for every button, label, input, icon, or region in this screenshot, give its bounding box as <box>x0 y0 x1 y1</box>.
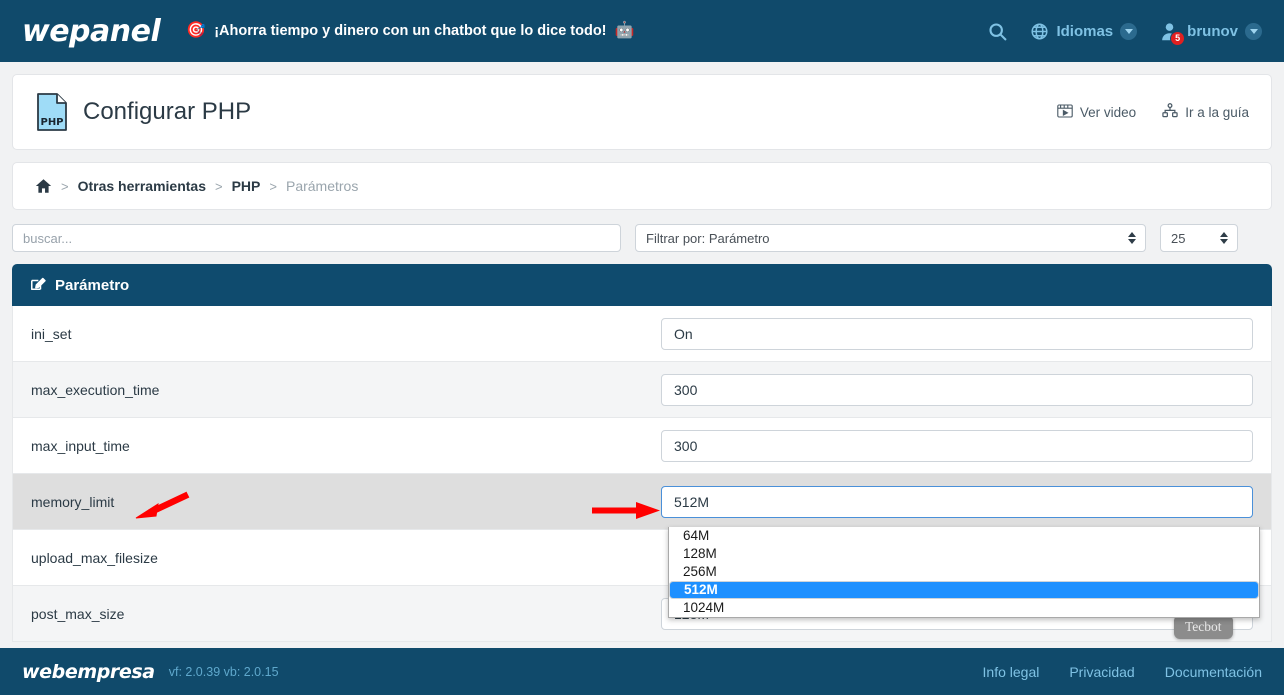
parameter-name: post_max_size <box>31 605 125 622</box>
footer-link-documentacion[interactable]: Documentación <box>1165 664 1262 680</box>
tecbot-button[interactable]: Tecbot <box>1174 615 1233 639</box>
search-input[interactable] <box>12 224 621 252</box>
page-size-value: 25 <box>1171 230 1186 246</box>
go-to-guide-label: Ir a la guía <box>1185 104 1249 120</box>
dropdown-option-128m[interactable]: 128M <box>669 545 1259 563</box>
page-title: Configurar PHP <box>83 98 252 125</box>
filter-toolbar: Filtrar por: Parámetro 25 <box>12 224 1272 252</box>
watch-video-label: Ver video <box>1079 104 1137 120</box>
breadcrumb-separator: > <box>269 178 277 194</box>
home-icon[interactable] <box>35 178 52 194</box>
parameter-control: 512M <box>661 485 1253 518</box>
value-select-memory-limit[interactable]: 512M <box>661 485 1253 518</box>
video-icon <box>1057 103 1073 121</box>
go-to-guide-link[interactable]: Ir a la guía <box>1162 103 1249 121</box>
footer-links: Info legal Privacidad Documentación <box>983 664 1262 680</box>
avatar: 5 <box>1159 21 1186 46</box>
page-title-card: PHP Configurar PHP Ver video Ir a la guí… <box>12 74 1272 150</box>
filter-by-value: Filtrar por: Parámetro <box>646 230 770 246</box>
annotation-arrow-right <box>592 499 664 528</box>
top-bar-actions: Idiomas 5 brunov <box>987 21 1262 46</box>
edit-icon <box>30 275 46 295</box>
parameter-control: 300 <box>661 429 1253 462</box>
php-file-icon: PHP <box>35 92 69 132</box>
webempresa-logo[interactable]: webempresa <box>22 661 155 683</box>
search-button[interactable] <box>987 21 1008 42</box>
globe-icon <box>1030 22 1049 41</box>
target-icon: 🎯 <box>186 22 207 39</box>
value-select-ini-set[interactable]: On <box>661 317 1253 350</box>
value-select-value: On <box>674 325 693 342</box>
watch-video-link[interactable]: Ver video <box>1057 103 1137 121</box>
language-label: Idiomas <box>1056 22 1114 40</box>
page-size-select[interactable]: 25 <box>1160 224 1238 252</box>
breadcrumb: > Otras herramientas > PHP > Parámetros <box>12 162 1272 210</box>
parameter-name: ini_set <box>31 325 72 342</box>
language-selector[interactable]: Idiomas <box>1030 22 1138 41</box>
robot-icon: 🤖 <box>614 22 635 39</box>
breadcrumb-item-otras-herramientas[interactable]: Otras herramientas <box>78 178 206 194</box>
wepanel-logo[interactable]: wepanel <box>22 14 161 49</box>
parameter-name: max_input_time <box>31 437 130 454</box>
breadcrumb-item-parametros: Parámetros <box>285 178 359 194</box>
select-arrows-icon <box>1128 232 1136 244</box>
breadcrumb-item-php[interactable]: PHP <box>232 178 261 194</box>
annotation-arrow-left <box>128 490 190 531</box>
table-row[interactable]: ini_set On <box>12 306 1272 362</box>
value-select-value: 300 <box>674 437 698 454</box>
parameter-name: memory_limit <box>31 493 115 510</box>
breadcrumb-separator: > <box>215 178 223 194</box>
notification-badge: 5 <box>1170 30 1186 46</box>
table-row[interactable]: max_input_time 300 <box>12 418 1272 474</box>
search-icon <box>987 21 1008 42</box>
parameter-name: max_execution_time <box>31 381 160 398</box>
value-select-value: 300 <box>674 381 698 398</box>
parameter-control: On <box>661 317 1253 350</box>
username-label: brunov <box>1187 22 1238 40</box>
filter-by-select[interactable]: Filtrar por: Parámetro <box>635 224 1146 252</box>
select-arrows-icon <box>1220 232 1228 244</box>
sitemap-icon <box>1162 103 1178 121</box>
top-navigation-bar: wepanel 🎯 ¡Ahorra tiempo y dinero con un… <box>0 0 1284 62</box>
parameter-name: upload_max_filesize <box>31 549 158 566</box>
footer-link-info-legal[interactable]: Info legal <box>983 664 1040 680</box>
svg-text:PHP: PHP <box>40 117 63 128</box>
table-header: Parámetro <box>12 264 1272 306</box>
chevron-down-icon <box>1120 22 1138 40</box>
version-label: vf: 2.0.39 vb: 2.0.15 <box>168 664 279 679</box>
footer-link-privacidad[interactable]: Privacidad <box>1069 664 1134 680</box>
value-select-max-execution-time[interactable]: 300 <box>661 373 1253 406</box>
user-menu[interactable]: 5 brunov <box>1159 21 1262 46</box>
parameter-control: 300 <box>661 373 1253 406</box>
dropdown-option-512m[interactable]: 512M <box>669 581 1259 599</box>
dropdown-option-256m[interactable]: 256M <box>669 563 1259 581</box>
promo-banner[interactable]: 🎯 ¡Ahorra tiempo y dinero con un chatbot… <box>186 22 635 40</box>
chevron-down-icon <box>1245 22 1262 40</box>
promo-text: ¡Ahorra tiempo y dinero con un chatbot q… <box>214 23 607 39</box>
footer: webempresa vf: 2.0.39 vb: 2.0.15 Info le… <box>0 648 1284 695</box>
value-select-value: 512M <box>674 493 710 510</box>
table-row[interactable]: max_execution_time 300 <box>12 362 1272 418</box>
value-select-max-input-time[interactable]: 300 <box>661 429 1253 462</box>
dropdown-option-1024m[interactable]: 1024M <box>669 599 1259 617</box>
breadcrumb-separator: > <box>61 178 69 194</box>
page-title-actions: Ver video Ir a la guía <box>1057 103 1249 121</box>
dropdown-option-64m[interactable]: 64M <box>669 527 1259 545</box>
memory-limit-dropdown-list[interactable]: 64M 128M 256M 512M 1024M <box>668 527 1260 618</box>
table-header-label: Parámetro <box>55 276 130 294</box>
